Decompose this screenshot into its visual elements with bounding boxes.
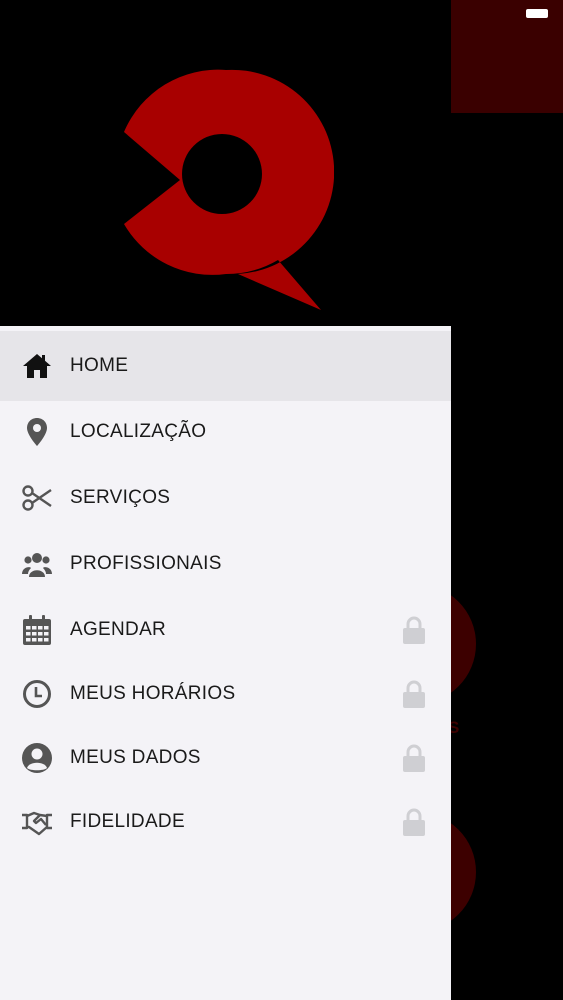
map-pin-icon (20, 415, 54, 449)
menu-item-label: MEUS HORÁRIOS (70, 683, 236, 704)
lock-icon (403, 616, 425, 644)
menu-item-label: FIDELIDADE (70, 811, 185, 832)
scissors-icon (20, 481, 54, 515)
drawer-header (0, 0, 451, 326)
menu-item-fidelidade[interactable]: FIDELIDADE (0, 790, 451, 854)
menu-item-label: AGENDAR (70, 619, 167, 640)
menu-item-label: LOCALIZAÇÃO (70, 421, 207, 442)
lock-icon (403, 808, 425, 836)
brand-logo-icon (124, 69, 334, 310)
menu-item-profissionais[interactable]: PROFISSIONAIS (0, 532, 451, 596)
menu-item-label: SERVIÇOS (70, 487, 171, 508)
clock-icon (20, 677, 54, 711)
menu-item-label: HOME (70, 355, 129, 376)
calendar-icon (20, 613, 54, 647)
lock-icon (403, 680, 425, 708)
users-icon (20, 547, 54, 581)
menu-item-meus-horarios[interactable]: MEUS HORÁRIOS (0, 662, 451, 726)
battery-icon (526, 9, 548, 18)
menu-item-servicos[interactable]: SERVIÇOS (0, 466, 451, 530)
lock-icon (403, 744, 425, 772)
navigation-drawer: HOME LOCALIZAÇÃO SERVIÇOS PROFISSIONAIS … (0, 326, 451, 1000)
home-icon (20, 349, 54, 383)
menu-item-localizacao[interactable]: LOCALIZAÇÃO (0, 400, 451, 464)
menu-item-home[interactable]: HOME (0, 331, 451, 401)
handshake-icon (20, 805, 54, 839)
menu-item-meus-dados[interactable]: MEUS DADOS (0, 726, 451, 790)
menu-item-label: MEUS DADOS (70, 747, 201, 768)
user-circle-icon (20, 741, 54, 775)
menu-item-label: PROFISSIONAIS (70, 553, 222, 574)
menu-item-agendar[interactable]: AGENDAR (0, 598, 451, 662)
